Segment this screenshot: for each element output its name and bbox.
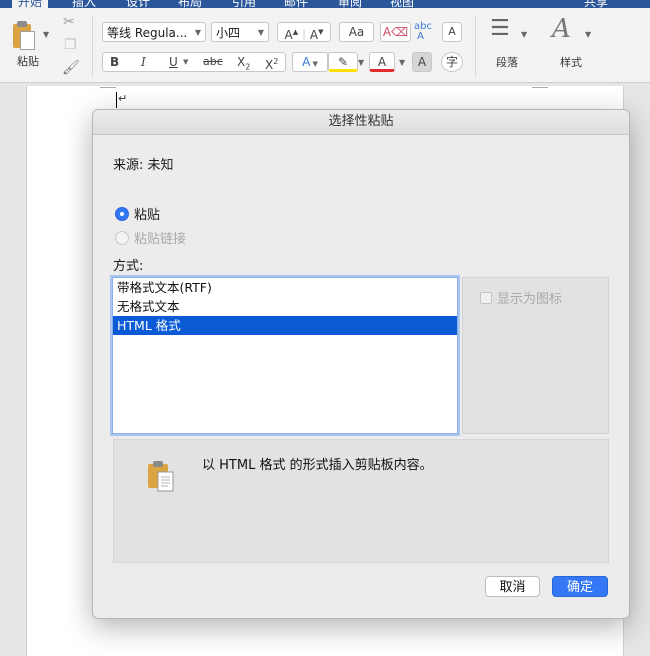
radio-paste-link-label: 粘贴链接: [134, 232, 187, 247]
clear-formatting-icon[interactable]: A⌫: [380, 22, 411, 42]
tab-view[interactable]: 视图: [390, 0, 414, 8]
tab-mailings[interactable]: 邮件: [284, 0, 308, 8]
chevron-down-icon[interactable]: ▼: [521, 30, 527, 39]
tab-references[interactable]: 引用: [232, 0, 256, 8]
font-name-select[interactable]: 等线 Regula... ▼: [102, 22, 206, 42]
shrink-font-icon[interactable]: A▼: [310, 28, 324, 42]
format-list[interactable]: 带格式文本(RTF) 无格式文本 HTML 格式: [112, 277, 458, 434]
tab-review[interactable]: 审阅: [338, 0, 362, 8]
share-button[interactable]: 共享: [584, 0, 608, 8]
list-item[interactable]: 无格式文本: [113, 297, 457, 316]
italic-icon[interactable]: I: [141, 53, 146, 71]
chevron-down-icon: ▼: [257, 28, 264, 37]
radio-unselected-icon: [115, 230, 129, 245]
superscript-icon[interactable]: X2: [265, 53, 278, 74]
display-as-icon-panel: 显示为图标: [462, 277, 609, 434]
paragraph-icon[interactable]: ☰: [490, 18, 510, 40]
styles-label: 样式: [560, 56, 582, 69]
chevron-down-icon: ▼: [194, 28, 201, 37]
text-effects-icon[interactable]: A ▼: [292, 52, 328, 72]
paragraph-mark: ↵: [118, 92, 128, 105]
paste-dropdown-icon[interactable]: ▼: [43, 30, 49, 39]
ok-button[interactable]: 确定: [552, 576, 608, 597]
radio-selected-icon: [115, 206, 129, 221]
styles-icon[interactable]: A: [552, 14, 571, 44]
display-as-icon-label: 显示为图标: [497, 292, 563, 307]
chevron-down-icon[interactable]: ▼: [399, 58, 405, 67]
display-as-icon-checkbox[interactable]: 显示为图标: [480, 288, 562, 307]
ribbon: ▼ 粘贴 ✂ ❐ 🖌 等线 Regula... ▼ 小四 ▼ A▲ | A▼ A…: [0, 8, 650, 83]
radio-paste[interactable]: 粘贴: [115, 204, 160, 223]
highlight-color-icon[interactable]: ✎: [328, 52, 358, 72]
paste-special-dialog: 选择性粘贴 来源: 未知 粘贴 粘贴链接 方式: 带格式文本(RTF) 无格式文…: [92, 109, 630, 619]
chevron-down-icon: ▼: [183, 58, 189, 66]
ribbon-divider: [475, 16, 476, 76]
enclose-characters-icon[interactable]: 字: [441, 52, 463, 72]
list-item-selected[interactable]: HTML 格式: [113, 316, 457, 335]
paragraph-label: 段落: [496, 56, 518, 69]
chevron-down-icon[interactable]: ▼: [358, 58, 364, 67]
radio-paste-link[interactable]: 粘贴链接: [115, 228, 186, 247]
tab-insert[interactable]: 插入: [72, 0, 96, 8]
margin-mark: [532, 87, 548, 88]
paste-label: 粘贴: [17, 55, 39, 68]
source-label: 来源: 未知: [113, 158, 174, 173]
result-description: 以 HTML 格式 的形式插入剪贴板内容。: [202, 458, 433, 473]
dialog-title: 选择性粘贴: [93, 110, 629, 135]
tab-design[interactable]: 设计: [126, 0, 150, 8]
ribbon-tab-bar: 开始 插入 设计 布局 引用 邮件 审阅 视图 共享: [0, 0, 650, 8]
text-cursor: [116, 92, 117, 108]
character-border-icon[interactable]: A: [442, 22, 462, 42]
result-panel: 以 HTML 格式 的形式插入剪贴板内容。: [113, 439, 609, 563]
grow-font-icon[interactable]: A▲: [285, 28, 299, 42]
margin-mark: [100, 87, 116, 88]
clipboard-icon: [148, 461, 174, 492]
checkbox-icon: [480, 291, 492, 304]
paste-icon[interactable]: [10, 20, 35, 50]
character-shading-icon[interactable]: A: [412, 52, 432, 72]
strikethrough-icon[interactable]: abc: [203, 53, 223, 71]
copy-icon[interactable]: ❐: [64, 37, 77, 53]
underline-icon[interactable]: U: [169, 53, 178, 71]
radio-paste-label: 粘贴: [134, 208, 161, 223]
tab-home[interactable]: 开始: [12, 0, 49, 8]
chevron-down-icon[interactable]: ▼: [585, 30, 591, 39]
font-style-group: B I U ▼ abc X2 X2: [102, 52, 286, 72]
bold-icon[interactable]: B: [110, 53, 119, 71]
method-label: 方式:: [113, 259, 144, 274]
list-item[interactable]: 带格式文本(RTF): [113, 278, 457, 297]
ribbon-divider: [92, 16, 93, 76]
font-size-select[interactable]: 小四 ▼: [211, 22, 269, 42]
tab-layout[interactable]: 布局: [178, 0, 202, 8]
font-color-icon[interactable]: A: [369, 52, 395, 72]
cut-icon[interactable]: ✂: [63, 14, 75, 30]
change-case-icon[interactable]: Aa: [339, 22, 374, 42]
font-name-value: 等线 Regula...: [107, 26, 188, 40]
subscript-icon[interactable]: X2: [237, 53, 250, 76]
font-size-value: 小四: [216, 26, 241, 40]
format-painter-icon[interactable]: 🖌: [62, 60, 80, 76]
cancel-button[interactable]: 取消: [485, 576, 540, 597]
font-grow-shrink-group: A▲ | A▼: [277, 22, 331, 42]
phonetic-guide-icon[interactable]: abc A: [414, 22, 432, 42]
